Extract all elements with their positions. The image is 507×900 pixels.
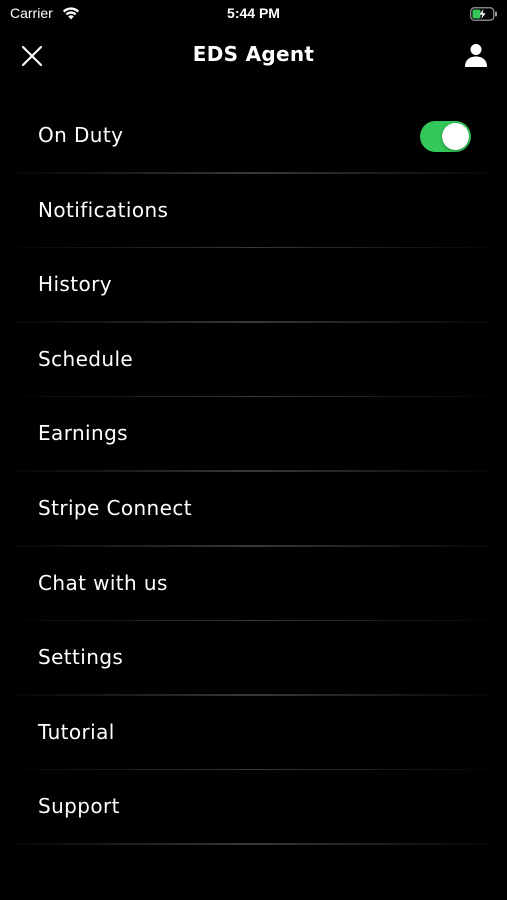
toggle-knob <box>442 123 469 150</box>
menu-item-label: History <box>38 272 112 297</box>
menu-item-label: Chat with us <box>38 570 168 595</box>
menu-item-earnings[interactable]: Earnings <box>0 397 507 472</box>
on-duty-toggle[interactable] <box>420 121 471 152</box>
menu-item-label: Support <box>38 794 120 819</box>
side-menu: On Duty Notifications History Schedule E… <box>0 99 507 845</box>
profile-button[interactable] <box>461 40 491 70</box>
menu-item-stripe-connect[interactable]: Stripe Connect <box>0 472 507 547</box>
menu-item-notifications[interactable]: Notifications <box>0 174 507 249</box>
page-title: EDS Agent <box>192 42 315 66</box>
menu-item-chat-with-us[interactable]: Chat with us <box>0 547 507 622</box>
menu-item-label: Stripe Connect <box>38 495 192 520</box>
menu-item-label: Notifications <box>38 197 169 222</box>
divider <box>16 843 491 845</box>
person-icon <box>461 44 491 74</box>
on-duty-label: On Duty <box>38 123 124 147</box>
menu-item-support[interactable]: Support <box>0 770 507 845</box>
menu-item-settings[interactable]: Settings <box>0 621 507 696</box>
menu-item-label: Earnings <box>38 421 128 446</box>
menu-item-label: Tutorial <box>38 719 115 744</box>
menu-item-on-duty: On Duty <box>0 99 507 174</box>
battery-charging-icon <box>470 6 498 21</box>
nav-bar: EDS Agent <box>0 28 507 84</box>
menu-item-label: Settings <box>38 645 124 670</box>
menu-item-schedule[interactable]: Schedule <box>0 323 507 398</box>
clock: 5:44 PM <box>227 5 280 21</box>
status-bar: Carrier 5:44 PM <box>0 0 507 28</box>
menu-item-history[interactable]: History <box>0 248 507 323</box>
menu-item-tutorial[interactable]: Tutorial <box>0 696 507 771</box>
menu-item-label: Schedule <box>38 346 134 371</box>
